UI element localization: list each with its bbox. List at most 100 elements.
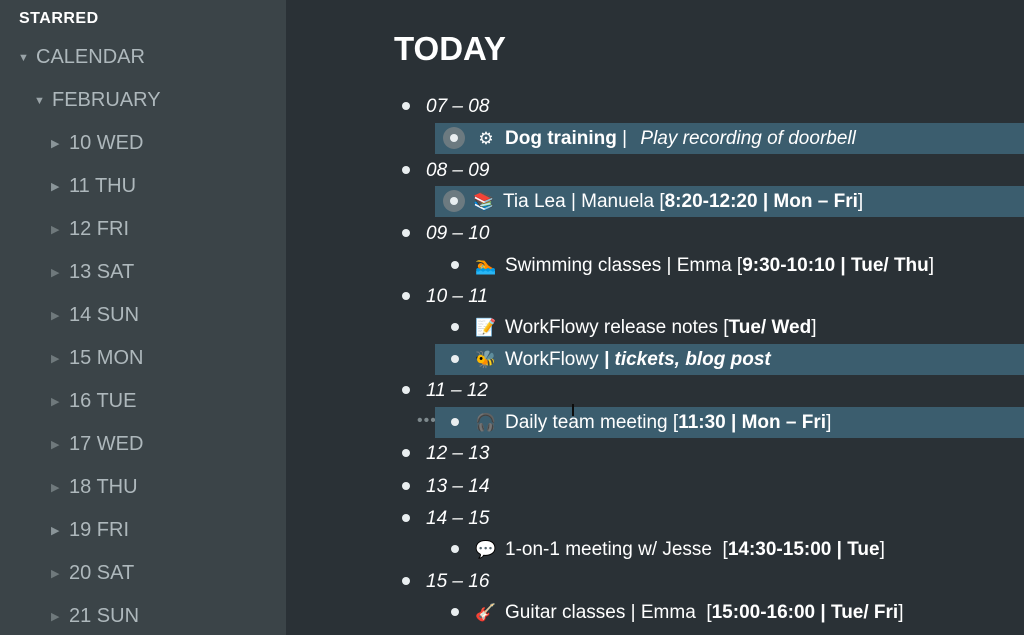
bullet[interactable] — [402, 292, 410, 300]
bullet[interactable] — [402, 166, 410, 174]
bullet[interactable] — [402, 577, 410, 585]
sidebar-item-day[interactable]: ▶ 11 THU — [51, 171, 136, 201]
triangle-right-icon[interactable]: ▶ — [51, 301, 65, 331]
bullet[interactable] — [402, 102, 410, 110]
item-text: Tia Lea | Manuela [ — [503, 191, 665, 212]
books-icon: 📚 — [473, 192, 495, 211]
bullet[interactable] — [451, 261, 459, 269]
triangle-right-icon[interactable]: ▶ — [51, 430, 65, 460]
item-schedule: Tue/ Wed — [728, 317, 812, 338]
collapsed-bullet[interactable] — [443, 190, 465, 212]
triangle-down-icon[interactable]: ▼ — [34, 86, 48, 116]
sidebar-item-label: CALENDAR — [36, 46, 145, 68]
hour-slot[interactable]: 07 – 08 — [426, 91, 489, 122]
hour-slot[interactable]: 14 – 15 — [426, 503, 489, 534]
item-schedule: 8:20-12:20 | Mon – Fri — [664, 191, 858, 212]
triangle-right-icon[interactable]: ▶ — [51, 258, 65, 288]
sidebar-item-day[interactable]: ▶ 19 FRI — [51, 515, 129, 545]
list-item-dog-training[interactable]: ⚙ Dog training | Play recording of doorbe… — [435, 123, 1024, 154]
sidebar-day-label: 19 FRI — [69, 519, 130, 541]
item-text: WorkFlowy — [505, 349, 604, 370]
sidebar-day-label: 20 SAT — [69, 562, 135, 584]
hour-label: 11 – 12 — [426, 380, 488, 401]
sidebar-day-label: 21 SUN — [69, 605, 140, 627]
sidebar-item-february[interactable]: ▼ FEBRUARY — [34, 85, 161, 115]
headphones-icon: 🎧 — [475, 413, 497, 432]
hour-slot[interactable]: 08 – 09 — [426, 155, 489, 186]
bullet[interactable] — [402, 386, 410, 394]
guitar-icon: 🎸 — [475, 603, 497, 622]
sidebar-item-day[interactable]: ▶ 18 THU — [51, 472, 138, 502]
triangle-right-icon[interactable]: ▶ — [51, 387, 65, 417]
sidebar-item-day[interactable]: ▶ 12 FRI — [51, 214, 129, 244]
bullet[interactable] — [402, 514, 410, 522]
item-bracket: ] — [898, 602, 904, 623]
hour-slot[interactable]: 11 – 12 — [426, 375, 488, 406]
list-item-release-notes[interactable]: 📝 WorkFlowy release notes [Tue/ Wed] — [435, 312, 1024, 343]
triangle-right-icon[interactable]: ▶ — [51, 215, 65, 245]
gear-icon: ⚙ — [478, 129, 494, 148]
hour-label: 08 – 09 — [426, 160, 490, 181]
sidebar-item-day[interactable]: ▶ 17 WED — [51, 429, 143, 459]
item-bracket: ] — [826, 412, 832, 433]
bullet[interactable] — [451, 355, 459, 363]
triangle-right-icon[interactable]: ▶ — [51, 172, 65, 202]
hour-slot[interactable]: 12 – 13 — [426, 438, 489, 469]
sidebar-item-day[interactable]: ▶ 14 SUN — [51, 300, 139, 330]
list-item-workflowy-tickets[interactable]: 🐝 WorkFlowy | tickets, blog post — [435, 344, 1024, 375]
bee-icon: 🐝 — [475, 350, 497, 369]
hour-slot[interactable]: 13 – 14 — [426, 471, 489, 502]
sidebar-item-day[interactable]: ▶ 16 TUE — [51, 386, 136, 416]
item-schedule: | tickets, blog post — [603, 349, 771, 370]
sidebar-item-day[interactable]: ▶ 21 SUN — [51, 601, 139, 631]
list-item-team-meeting[interactable]: 🎧 Daily team meeting [11:30 | Mon – Fri] — [435, 407, 1024, 438]
hour-slot[interactable]: 15 – 16 — [426, 566, 489, 597]
sidebar-item-day[interactable]: ▶ 10 WED — [51, 128, 143, 158]
triangle-right-icon[interactable]: ▶ — [51, 602, 65, 632]
sidebar-item-day[interactable]: ▶ 13 SAT — [51, 257, 134, 287]
hour-label: 10 – 11 — [426, 286, 488, 307]
list-item-swimming[interactable]: 🏊 Swimming classes | Emma [9:30-10:10 | T… — [435, 250, 1024, 281]
triangle-right-icon[interactable]: ▶ — [51, 473, 65, 503]
collapsed-bullet[interactable] — [443, 127, 465, 149]
sidebar-item-day[interactable]: ▶ 15 MON — [51, 343, 143, 373]
swimmer-icon: 🏊 — [475, 256, 497, 275]
list-item-one-on-one[interactable]: 💬 1-on-1 meeting w/ Jesse [14:30-15:00 | … — [435, 534, 1024, 565]
sidebar-day-label: 14 SUN — [69, 304, 140, 326]
sidebar-day-label: 17 WED — [69, 433, 144, 455]
triangle-right-icon[interactable]: ▶ — [51, 344, 65, 374]
starred-heading: STARRED — [19, 10, 99, 27]
bullet[interactable] — [402, 449, 410, 457]
hour-slot[interactable]: 09 – 10 — [426, 218, 489, 249]
triangle-down-icon[interactable]: ▼ — [18, 43, 32, 73]
bullet[interactable] — [451, 323, 459, 331]
list-item-guitar[interactable]: 🎸 Guitar classes | Emma [15:00-16:00 | Tu… — [435, 597, 1024, 628]
sidebar: STARRED ▼ CALENDAR ▼ FEBRUARY ▶ 10 WED ▶ 11 … — [0, 0, 286, 635]
list-item-tia-lea[interactable]: 📚 Tia Lea | Manuela [8:20-12:20 | Mon – F… — [435, 186, 1024, 217]
bullet[interactable] — [402, 482, 410, 490]
item-schedule: 15:00-16:00 | Tue/ Fri — [711, 602, 899, 623]
sidebar-day-label: 13 SAT — [69, 261, 135, 283]
sidebar-item-day[interactable]: ▶ 20 SAT — [51, 558, 134, 588]
speech-bubble-icon: 💬 — [475, 540, 497, 559]
hour-label: 12 – 13 — [426, 443, 490, 464]
bullet[interactable] — [451, 608, 459, 616]
hour-label: 14 – 15 — [426, 508, 490, 529]
bullet[interactable] — [402, 229, 410, 237]
item-bracket: ] — [857, 191, 864, 212]
hour-label: 07 – 08 — [426, 96, 490, 117]
hour-slot[interactable]: 10 – 11 — [426, 281, 488, 312]
bullet[interactable] — [451, 545, 459, 553]
item-schedule: 14:30-15:00 | Tue — [727, 539, 880, 560]
sidebar-item-calendar[interactable]: ▼ CALENDAR — [18, 42, 145, 72]
item-bracket: ] — [811, 317, 817, 338]
drag-handle-icon[interactable]: ••• — [417, 412, 437, 430]
sidebar-day-label: 18 THU — [69, 476, 138, 498]
triangle-right-icon[interactable]: ▶ — [51, 559, 65, 589]
memo-icon: 📝 — [475, 318, 497, 337]
triangle-right-icon[interactable]: ▶ — [51, 129, 65, 159]
text-cursor — [572, 404, 574, 416]
bullet[interactable] — [451, 418, 459, 426]
triangle-right-icon[interactable]: ▶ — [51, 516, 65, 546]
item-text: WorkFlowy release notes [ — [505, 317, 729, 338]
